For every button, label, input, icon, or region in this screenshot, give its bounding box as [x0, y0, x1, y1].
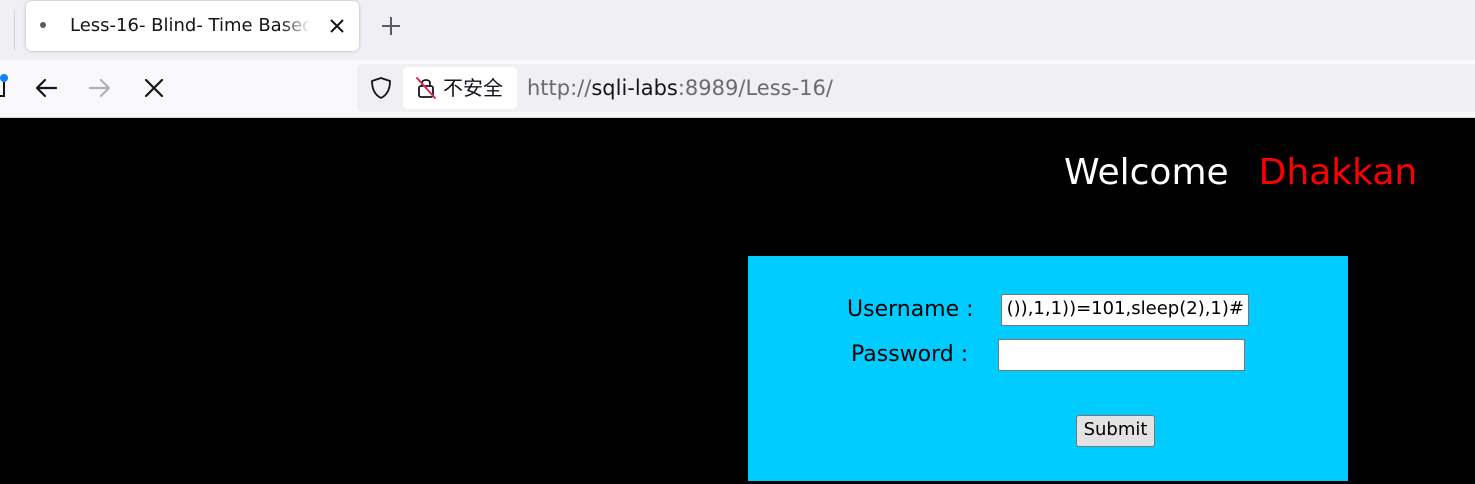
- url-path: :8989/Less-16/: [677, 76, 833, 100]
- url-host: sqli-labs: [591, 76, 678, 100]
- new-tab-icon[interactable]: [378, 13, 404, 39]
- password-input[interactable]: [998, 339, 1245, 371]
- tab-strip: Less-16- Blind- Time Based- Double Quote…: [0, 0, 1475, 60]
- url-scheme: http://: [527, 76, 592, 100]
- close-icon[interactable]: [326, 15, 348, 37]
- previous-tab-edge[interactable]: [0, 0, 16, 60]
- username-input[interactable]: ()),1,1))=101,sleep(2),1)#: [1001, 294, 1249, 326]
- tab-title: Less-16- Blind- Time Based- Double Quote…: [70, 15, 310, 36]
- loading-dot-icon: [40, 22, 46, 28]
- insecure-lock-icon: [416, 77, 436, 99]
- insecure-label: 不安全: [443, 76, 503, 100]
- login-form: Username : ()),1,1))=101,sleep(2),1)# Pa…: [748, 256, 1348, 481]
- active-tab[interactable]: Less-16- Blind- Time Based- Double Quote…: [26, 1, 359, 51]
- shield-icon[interactable]: [369, 76, 393, 100]
- welcome-name: Dhakkan: [1258, 152, 1418, 193]
- stop-loading-icon[interactable]: [140, 74, 168, 102]
- url-text[interactable]: http://sqli-labs:8989/Less-16/: [527, 76, 833, 100]
- page-content: Welcome Dhakkan Username : ()),1,1))=101,…: [0, 119, 1475, 484]
- welcome-text: Welcome: [1064, 152, 1229, 193]
- navigation-toolbar: 不安全 http://sqli-labs:8989/Less-16/: [0, 60, 1475, 118]
- submit-button[interactable]: Submit: [1076, 415, 1155, 447]
- connection-insecure-badge[interactable]: 不安全: [403, 67, 517, 109]
- username-label: Username :: [847, 297, 974, 322]
- address-bar[interactable]: 不安全 http://sqli-labs:8989/Less-16/: [357, 64, 1475, 112]
- password-label: Password :: [851, 342, 969, 367]
- back-arrow-icon[interactable]: [32, 74, 60, 102]
- welcome-heading: Welcome Dhakkan: [1064, 151, 1417, 195]
- forward-arrow-icon[interactable]: [86, 74, 114, 102]
- sidebar-icon[interactable]: [0, 74, 8, 100]
